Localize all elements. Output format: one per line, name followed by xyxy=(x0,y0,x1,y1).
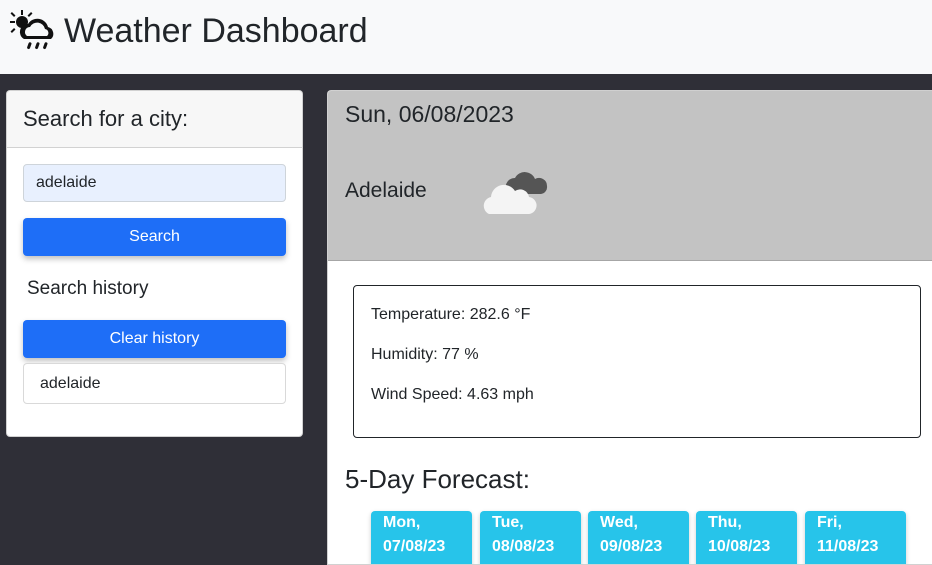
forecast-day: Wed, xyxy=(600,514,638,531)
temperature-text: Temperature: 282.6 °F xyxy=(371,306,531,323)
current-weather-header: Sun, 06/08/2023 Adelaide xyxy=(328,91,932,261)
search-heading: Search for a city: xyxy=(23,106,189,131)
search-history-heading: Search history xyxy=(27,278,149,299)
forecast-date: 07/08/23 xyxy=(383,538,446,555)
forecast-card: Fri, 11/08/23 xyxy=(805,511,906,564)
search-panel-header: Search for a city: xyxy=(7,91,302,148)
forecast-date: 10/08/23 xyxy=(708,538,771,555)
current-date: Sun, 06/08/2023 xyxy=(345,101,514,127)
search-panel: Search for a city: Search Search history… xyxy=(6,90,303,437)
weather-panel: Sun, 06/08/2023 Adelaide Temperature: 28… xyxy=(327,90,932,565)
forecast-card: Wed, 09/08/23 xyxy=(588,511,689,564)
city-search-input[interactable] xyxy=(23,164,286,202)
forecast-date: 08/08/23 xyxy=(492,538,555,555)
current-city: Adelaide xyxy=(345,179,427,202)
search-button[interactable]: Search xyxy=(23,218,286,256)
humidity-text: Humidity: 77 % xyxy=(371,346,479,363)
forecast-card: Thu, 10/08/23 xyxy=(696,511,797,564)
forecast-card: Mon, 07/08/23 xyxy=(371,511,472,564)
forecast-date: 11/08/23 xyxy=(817,538,879,555)
current-stats-box: Temperature: 282.6 °F Humidity: 77 % Win… xyxy=(353,285,921,438)
wind-speed-text: Wind Speed: 4.63 mph xyxy=(371,386,534,403)
page-title: Weather Dashboard xyxy=(64,12,368,50)
forecast-day: Thu, xyxy=(708,514,742,531)
cloud-icon xyxy=(483,172,548,215)
forecast-day: Mon, xyxy=(383,514,421,531)
clear-history-button[interactable]: Clear history xyxy=(23,320,286,358)
history-item-adelaide[interactable]: adelaide xyxy=(23,363,286,404)
forecast-card: Tue, 08/08/23 xyxy=(480,511,581,564)
navbar: Weather Dashboard xyxy=(0,0,932,74)
cloud-sun-rain-icon xyxy=(10,10,54,50)
forecast-day: Fri, xyxy=(817,514,842,531)
forecast-title: 5-Day Forecast: xyxy=(345,464,530,494)
forecast-day: Tue, xyxy=(492,514,524,531)
forecast-date: 09/08/23 xyxy=(600,538,663,555)
